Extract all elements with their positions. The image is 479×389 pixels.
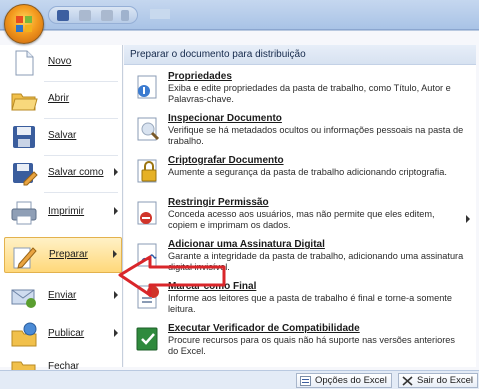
menu-item-label: Abrir [48, 93, 70, 104]
entry-description: Procure recursos para os quais não há su… [168, 335, 456, 356]
menu-item-imprimir[interactable]: Imprimir [4, 195, 122, 231]
excel-options-label: Opções do Excel [315, 375, 387, 386]
send-icon [11, 289, 36, 308]
options-icon [300, 376, 311, 386]
menu-item-enviar[interactable]: Enviar [4, 279, 122, 315]
submenu-arrow-icon [114, 291, 118, 299]
entry-propriedades[interactable]: Propriedades Exiba e edite propriedades … [124, 69, 476, 111]
customize-toolbar-icon[interactable] [121, 10, 129, 21]
entry-title: Adicionar uma Assinatura Digital [168, 239, 325, 250]
entry-assinatura-digital[interactable]: Adicionar uma Assinatura Digital Garante… [124, 237, 476, 279]
save-icon[interactable] [57, 10, 69, 21]
save-disk-icon [13, 126, 35, 148]
title-bar [0, 0, 479, 30]
entry-description: Aumente a segurança da pasta de trabalho… [168, 167, 447, 177]
submenu-arrow-icon [114, 168, 118, 176]
entry-title: Restringir Permissão [168, 197, 269, 208]
restrict-permission-icon [137, 201, 157, 225]
office-logo-icon [16, 16, 32, 32]
entry-title: Marcar como Final [168, 281, 257, 292]
menu-item-label: Enviar [48, 290, 77, 301]
digital-signature-icon [137, 243, 157, 267]
menu-item-abrir[interactable]: Abrir [4, 82, 122, 118]
menu-item-novo[interactable]: Novo [4, 45, 122, 81]
entry-description: Conceda acesso aos usuários, mas não per… [168, 209, 435, 230]
menu-item-preparar[interactable]: Preparar [4, 237, 122, 273]
exit-excel-label: Sair do Excel [417, 375, 473, 386]
entry-title: Propriedades [168, 71, 232, 82]
panel-header: Preparar o documento para distribuição [124, 45, 476, 65]
close-icon [402, 376, 413, 386]
prepare-pencil-icon [13, 247, 37, 269]
menu-right-panel: Preparar o documento para distribuição P… [124, 45, 476, 367]
entry-description: Informe aos leitores que a pasta de trab… [168, 293, 452, 314]
open-folder-icon [11, 93, 38, 111]
entry-restringir-permissao[interactable]: Restringir Permissão Conceda acesso aos … [124, 195, 476, 237]
submenu-arrow-icon [114, 329, 118, 337]
entry-inspecionar-documento[interactable]: Inspecionar Documento Verifique se há me… [124, 111, 476, 153]
submenu-arrow-icon [113, 250, 117, 258]
entry-title: Criptografar Documento [168, 155, 284, 166]
printer-icon [11, 201, 37, 225]
publish-icon [11, 322, 37, 347]
properties-icon [137, 75, 157, 99]
exit-excel-button[interactable]: Sair do Excel [398, 373, 478, 388]
excel-options-button[interactable]: Opções do Excel [296, 373, 392, 388]
encrypt-lock-icon [137, 159, 157, 183]
entry-description: Garante a integridade da pasta de trabal… [168, 251, 464, 272]
undo-icon[interactable] [79, 10, 91, 21]
menu-item-label: Imprimir [48, 206, 85, 217]
menu-left-column: Novo Abrir Salvar Salvar como Imprimir P… [0, 45, 123, 379]
title-blur [150, 9, 170, 19]
menu-item-label: Publicar [48, 328, 85, 339]
menu-item-label: Salvar [48, 130, 77, 141]
bottom-bar: Opções do Excel Sair do Excel [0, 370, 479, 389]
mark-final-icon [137, 285, 159, 309]
entry-title: Executar Verificador de Compatibilidade [168, 323, 360, 334]
menu-item-salvar-como[interactable]: Salvar como [4, 156, 122, 192]
separator [44, 192, 118, 193]
menu-item-label: Preparar [49, 249, 88, 260]
menu-item-label: Salvar como [48, 167, 104, 178]
menu-item-publicar[interactable]: Publicar [4, 317, 122, 353]
entry-description: Verifique se há metadados ocultos ou inf… [168, 125, 464, 146]
new-document-icon [15, 50, 34, 76]
entry-criptografar-documento[interactable]: Criptografar Documento Aumente a seguran… [124, 153, 476, 195]
entry-verificador-compatibilidade[interactable]: Executar Verificador de Compatibilidade … [124, 321, 476, 363]
submenu-arrow-icon [114, 207, 118, 215]
submenu-arrow-icon [466, 215, 470, 223]
redo-icon[interactable] [101, 10, 113, 21]
entry-marcar-como-final[interactable]: Marcar como Final Informe aos leitores q… [124, 279, 476, 321]
entry-description: Exiba e edite propriedades da pasta de t… [168, 83, 451, 104]
menu-item-label: Novo [48, 56, 72, 67]
entry-title: Inspecionar Documento [168, 113, 282, 124]
compatibility-checker-icon [136, 327, 158, 351]
office-button[interactable] [4, 4, 44, 44]
save-as-icon [13, 163, 38, 186]
office-menu: Novo Abrir Salvar Salvar como Imprimir P… [0, 30, 479, 379]
menu-item-salvar[interactable]: Salvar [4, 119, 122, 155]
inspect-document-icon [137, 117, 160, 141]
quick-access-toolbar [48, 6, 138, 24]
